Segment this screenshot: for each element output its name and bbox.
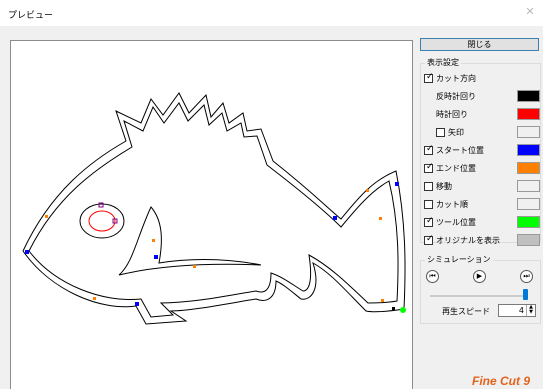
close-icon[interactable]: ✕ [523,5,537,19]
side-panel: 閉じる 表示設定 ✓ カット方向 反時計回り 時計回り 矢印 ✓ スタート位置 … [418,38,543,389]
option-show-original[interactable]: ✓ オリジナルを表示 [421,234,542,247]
fish-drawing [22,92,406,325]
show-original-color-swatch[interactable] [517,234,540,246]
window-title: プレビュー [8,11,54,21]
end-position-checkbox[interactable]: ✓ [424,162,434,173]
skip-forward-icon: ⏭ [523,272,530,280]
start-position-checkbox[interactable]: ✓ [424,144,434,155]
move-color-swatch[interactable] [517,180,540,192]
end-marker [366,189,369,192]
arrow-color-swatch[interactable] [517,126,540,138]
option-cut-direction[interactable]: ✓ カット方向 [421,72,542,85]
forward-button[interactable]: ⏭ [520,270,533,283]
speed-label: 再生スピード [442,307,490,316]
play-icon: ▶ [476,272,483,280]
speed-value: 4 [518,306,524,315]
arrow-label: 矢印 [448,128,464,137]
start-marker [392,307,395,310]
option-cw: 時計回り [421,108,542,121]
move-checkbox[interactable] [424,182,433,191]
logo: Fine Cut 9 [472,374,531,388]
close-button[interactable]: 閉じる [420,38,539,51]
end-marker [152,239,155,242]
cut-order-checkbox[interactable] [424,200,433,209]
start-marker [25,250,29,254]
skip-back-icon: ⏮ [429,272,436,280]
gill-path [118,206,262,276]
preview-canvas[interactable] [10,40,413,389]
playback-slider-thumb[interactable] [523,289,528,300]
option-cut-order[interactable]: カット順 [421,198,542,211]
cw-color-swatch[interactable] [517,108,540,120]
option-start-position[interactable]: ✓ スタート位置 [421,144,542,157]
playback-slider-track[interactable] [430,295,528,297]
option-end-position[interactable]: ✓ エンド位置 [421,162,542,175]
option-tool-position[interactable]: ✓ ツール位置 [421,216,542,229]
ccw-label: 反時計回り [436,92,476,101]
cut-direction-checkbox[interactable]: ✓ [424,72,434,83]
end-marker [381,299,384,302]
cut-order-color-swatch[interactable] [517,198,540,210]
end-position-color-swatch[interactable] [517,162,540,174]
start-marker [395,182,399,186]
tool-position-checkbox[interactable]: ✓ [424,216,434,227]
end-marker [93,297,96,300]
option-move[interactable]: 移動 [421,180,542,193]
start-marker [154,255,158,259]
cw-label: 時計回り [436,110,468,119]
option-ccw: 反時計回り [421,90,542,103]
option-arrow[interactable]: 矢印 [421,126,542,139]
speed-stepper[interactable]: 4 ▲ ▼ [498,304,536,317]
start-position-label: スタート位置 [436,146,484,155]
end-position-label: エンド位置 [436,164,476,173]
move-label: 移動 [436,182,452,191]
end-marker [45,215,48,218]
show-original-label: オリジナルを表示 [436,236,500,245]
end-marker [193,265,196,268]
rewind-button[interactable]: ⏮ [426,270,439,283]
start-position-color-swatch[interactable] [517,144,540,156]
cut-direction-label: カット方向 [436,74,476,83]
simulation-legend: シミュレーション [425,255,493,265]
cut-order-label: カット順 [436,200,468,209]
arrow-checkbox[interactable] [436,128,445,137]
tool-position-label: ツール位置 [436,218,476,227]
inner-cut-path [28,102,399,318]
start-marker [135,302,139,306]
tool-position-color-swatch[interactable] [517,216,540,228]
play-button[interactable]: ▶ [473,270,486,283]
eye-inner-cut [88,210,116,232]
tool-position-marker [400,307,406,313]
ccw-color-swatch[interactable] [517,90,540,102]
start-marker [333,216,337,220]
display-settings-group: 表示設定 ✓ カット方向 反時計回り 時計回り 矢印 ✓ スタート位置 ✓ エン… [420,58,542,246]
title-bar: プレビュー ✕ [0,0,543,26]
spin-arrows-icon[interactable]: ▲ ▼ [526,305,535,316]
show-original-checkbox[interactable]: ✓ [424,234,434,245]
end-marker [379,217,382,220]
display-settings-legend: 表示設定 [425,58,461,68]
